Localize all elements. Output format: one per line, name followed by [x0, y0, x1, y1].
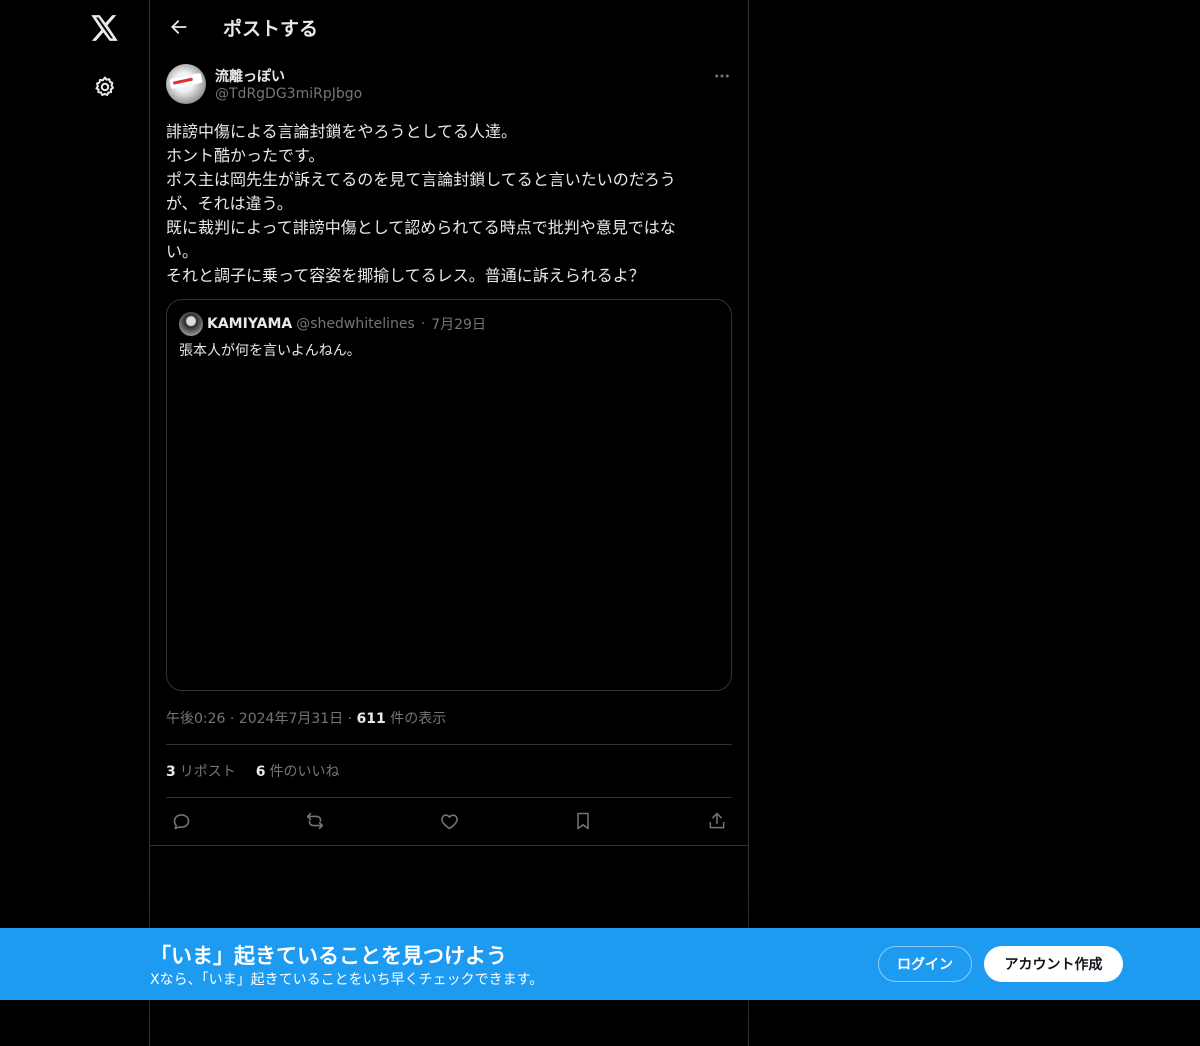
quoted-author-name: KAMIYAMA: [207, 316, 293, 332]
author-handle[interactable]: @TdRgDG3miRpJbgo: [215, 86, 362, 102]
more-icon[interactable]: [710, 64, 734, 88]
heart-icon[interactable]: [434, 806, 464, 836]
quoted-author-handle: @shedwhitelines: [296, 316, 415, 332]
post-line: が、それは違う。: [166, 194, 293, 213]
reposts-label: リポスト: [179, 764, 236, 780]
post-line: ホント酷かったです。: [166, 146, 325, 165]
gear-icon[interactable]: [88, 70, 122, 104]
views-label: 件の表示: [390, 711, 447, 727]
main-column: ポストする 流離っぽい @TdRgDG3miRpJbgo 誹謗中傷による言論封鎖…: [149, 0, 749, 1046]
post-date[interactable]: 2024年7月31日: [239, 711, 343, 727]
likes-label: 件のいいね: [269, 764, 340, 780]
login-button[interactable]: ログイン: [878, 946, 972, 982]
x-logo-icon[interactable]: [85, 8, 125, 48]
left-nav: [0, 0, 150, 1046]
repost-icon[interactable]: [300, 806, 330, 836]
author-name[interactable]: 流離っぽい: [215, 66, 285, 86]
post-line: ポス主は岡先生が訴えてるのを見て言論封鎖してると言いたいのだろう: [166, 170, 676, 189]
likes-count: 6: [255, 764, 266, 780]
reply-icon[interactable]: [166, 806, 196, 836]
avatar[interactable]: [166, 64, 206, 104]
post-line: 既に裁判によって誹謗中傷として認められてる時点で批判や意見ではな: [166, 218, 676, 237]
separator-dot: ·: [229, 711, 239, 727]
post-text: 誹謗中傷による言論封鎖をやろうとしてる人達。 ホント酷かったです。 ポス主は岡先…: [166, 120, 726, 288]
quoted-avatar: [179, 312, 203, 336]
likes-stat[interactable]: 6 件のいいね: [256, 761, 340, 781]
action-bar: [166, 806, 732, 836]
quoted-post[interactable]: KAMIYAMA @shedwhitelines · 7月29日 張本人が何を言…: [166, 299, 732, 691]
views-count: 611: [356, 711, 386, 727]
header: ポストする: [150, 0, 748, 54]
create-account-button[interactable]: アカウント作成: [984, 946, 1123, 982]
separator-dot: ·: [347, 711, 357, 727]
post-line: い。: [166, 242, 199, 261]
divider: [150, 845, 748, 846]
post-meta: 午後0:26 · 2024年7月31日 · 611 件の表示: [166, 708, 446, 728]
post-line: 誹謗中傷による言論封鎖をやろうとしてる人達。: [166, 122, 518, 141]
divider: [166, 744, 732, 745]
quoted-post-header: KAMIYAMA @shedwhitelines · 7月29日: [179, 312, 486, 336]
arrow-left-icon[interactable]: [162, 10, 196, 44]
reposts-stat[interactable]: 3 リポスト: [166, 761, 236, 781]
share-icon[interactable]: [702, 806, 732, 836]
post-line: それと調子に乗って容姿を揶揄してるレス。普通に訴えられるよ？: [166, 266, 645, 285]
separator-dot: ·: [420, 316, 426, 332]
reposts-count: 3: [166, 764, 176, 780]
signup-banner: 「いま」起きていることを見つけよう Xなら、「いま」起きていることをいち早くチェ…: [0, 928, 1200, 1000]
page-title: ポストする: [223, 18, 319, 40]
quoted-post-date: 7月29日: [431, 317, 486, 333]
divider: [166, 797, 732, 798]
post-stats: 3 リポスト 6 件のいいね: [166, 761, 340, 781]
post-author: 流離っぽい @TdRgDG3miRpJbgo: [166, 64, 734, 108]
post-time[interactable]: 午後0:26: [166, 711, 225, 727]
banner-title: 「いま」起きていることを見つけよう: [150, 944, 507, 968]
quoted-post-text: 張本人が何を言いよんねん。: [179, 343, 361, 359]
banner-subtitle: Xなら、「いま」起きていることをいち早くチェックできます。: [150, 972, 544, 988]
bookmark-icon[interactable]: [568, 806, 598, 836]
